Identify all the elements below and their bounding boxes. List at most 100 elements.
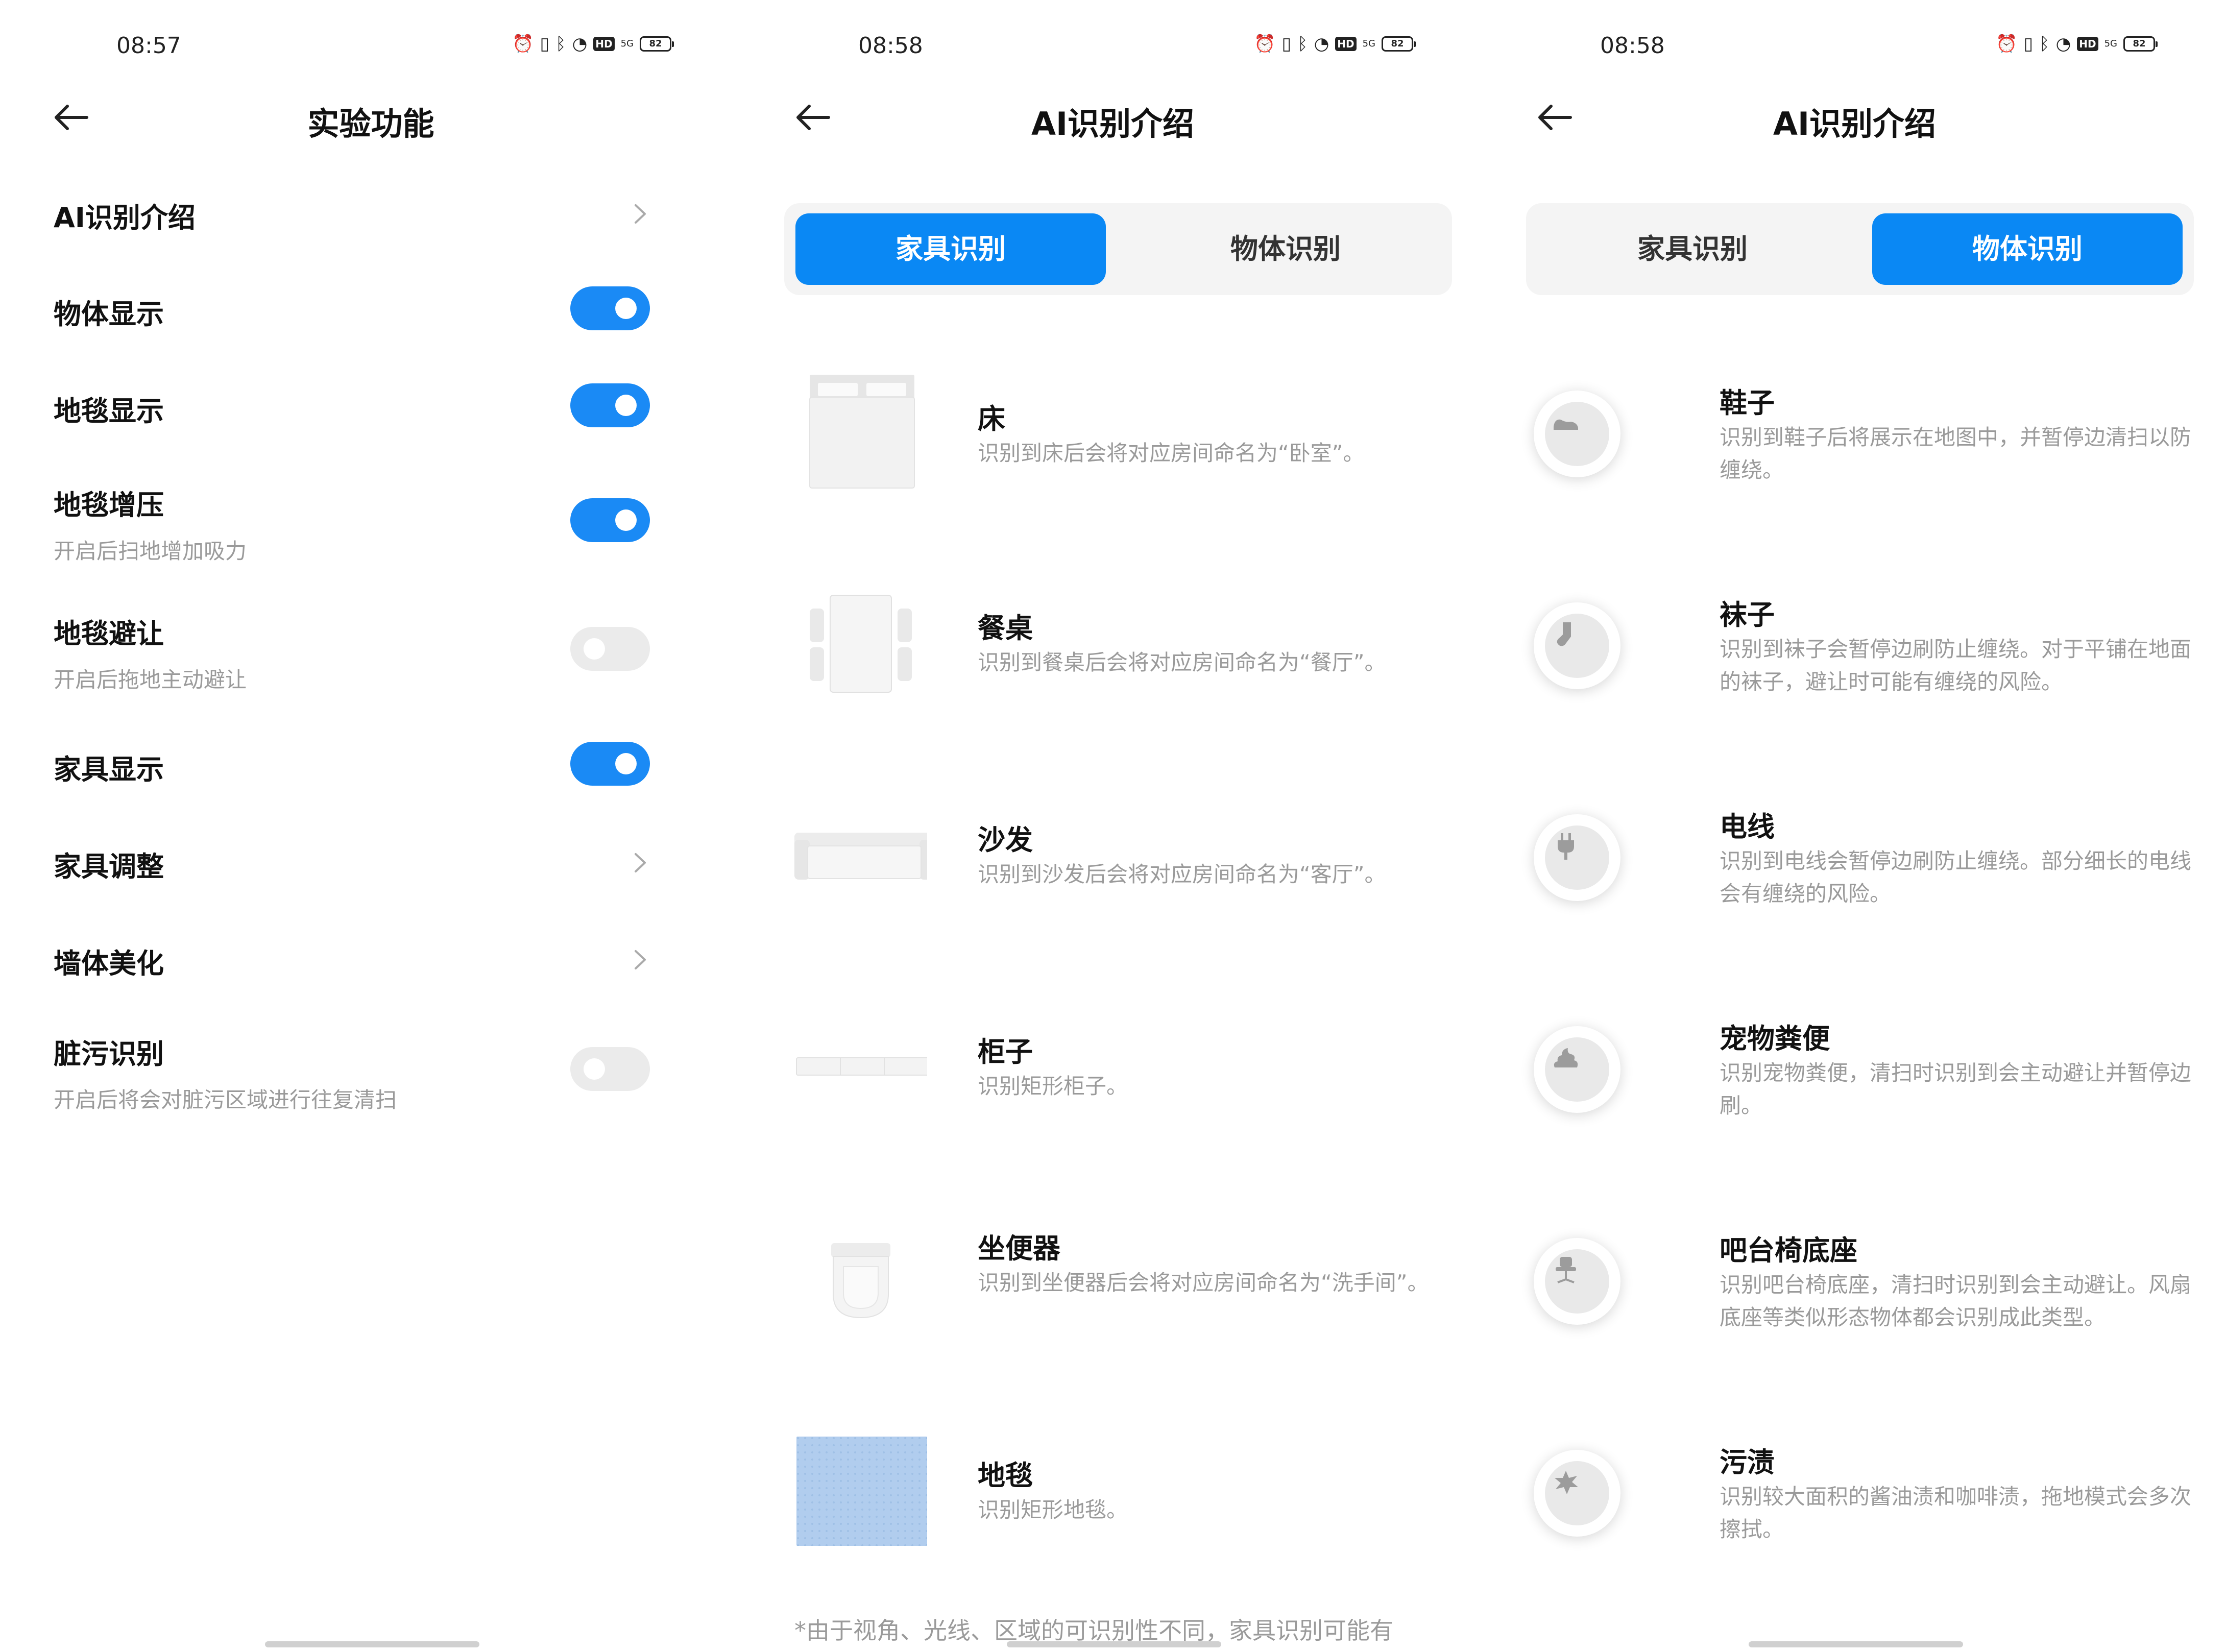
chevron-right-icon [635,950,646,969]
alarm-icon: ⏰ [1996,34,2018,54]
toggle-knob [615,395,637,416]
carpet-icon [796,1437,927,1546]
list-item: 沙发 识别到沙发后会将对应房间命名为“客厅”。 [742,789,1484,932]
status-icons: ⏰ ▯ ᛒ ◔ HD 5G 82 [1254,34,1416,54]
settings-item-label: 脏污识别 [54,1038,164,1070]
bluetooth-icon: ᛒ [2039,34,2050,54]
segmented-tabs: 家具识别 物体识别 [784,203,1452,295]
list-item: 宠物粪便 识别宠物粪便，清扫时识别到会主动避让并暂停边刷。 [1484,1016,2225,1128]
home-indicator[interactable] [265,1641,479,1647]
item-name: 地毯 [978,1460,1033,1492]
hd-icon: HD [2077,37,2098,51]
item-description: 识别到坐便器后会将对应房间命名为“洗手间”。 [978,1270,1429,1295]
list-item: 柜子 识别矩形柜子。 [742,1001,1484,1144]
vibrate-icon: ▯ [2023,34,2034,54]
settings-item-label: 地毯显示 [54,395,164,427]
settings-item-subtitle: 开启后拖地主动避让 [54,667,247,692]
tab-furniture-recognition[interactable]: 家具识别 [795,213,1106,285]
ai-intro-object-screen: 08:58 ⏰ ▯ ᛒ ◔ HD 5G 82 AI识别介绍 家具识别 物体识别 … [1484,0,2225,1652]
alarm-icon: ⏰ [512,34,534,54]
ai-intro-furniture-screen: 08:58 ⏰ ▯ ᛒ ◔ HD 5G 82 AI识别介绍 家具识别 物体识别 … [742,0,1484,1652]
tab-object-recognition[interactable]: 物体识别 [1872,213,2183,285]
settings-item-label: 家具调整 [54,851,164,883]
toggle-knob [615,509,637,531]
list-item: 电线 识别到电线会暂停边刷防止缠绕。部分细长的电线会有缠绕的风险。 [1484,804,2225,916]
list-item: 坐便器 识别到坐便器后会将对应房间命名为“洗手间”。 [742,1197,1484,1361]
page-title: AI识别介绍 [1773,105,1937,142]
wifi-icon: ◔ [2055,34,2071,54]
shoe-icon [1534,391,1620,477]
page-title: 实验功能 [307,105,434,142]
settings-item-furniture-display: 家具显示 [54,742,650,788]
chevron-right-icon [635,204,646,224]
item-description: 识别宠物粪便，清扫时识别到会主动避让并暂停边刷。 [1720,1060,2192,1118]
settings-item-carpet-avoid: 地毯避让 开启后拖地主动避让 [54,611,650,693]
item-description: 识别到鞋子后将展示在地图中，并暂停边清扫以防缠绕。 [1720,425,2192,482]
list-item: 床 识别到床后会将对应房间命名为“卧室”。 [742,368,1484,511]
item-description: 识别到床后会将对应房间命名为“卧室”。 [978,441,1365,466]
toggle-knob [615,298,637,319]
battery-icon: 82 [1382,36,1416,52]
settings-item-label: AI识别介绍 [54,202,196,234]
home-indicator[interactable] [1749,1641,1963,1647]
item-name: 袜子 [1720,599,1775,631]
bed-icon [809,375,915,489]
status-time: 08:58 [858,33,923,59]
item-name: 吧台椅底座 [1720,1234,1857,1267]
item-description: 识别到沙发后会将对应房间命名为“客厅”。 [978,862,1386,887]
list-item: 袜子 识别到袜子会暂停边刷防止缠绕。对于平铺在地面的袜子，避让时可能有缠绕的风险… [1484,592,2225,704]
item-description: 识别吧台椅底座，清扫时识别到会主动避让。风扇底座等类似形态物体都会识别成此类型。 [1720,1272,2192,1330]
carpet-display-toggle[interactable] [570,383,650,427]
tab-object-recognition[interactable]: 物体识别 [1130,213,1441,285]
signal-icon: 5G [2104,38,2117,49]
status-bar: 08:57 ⏰ ▯ ᛒ ◔ HD 5G 82 [0,31,742,61]
hd-icon: HD [1335,37,1357,51]
vibrate-icon: ▯ [540,34,550,54]
bluetooth-icon: ᛒ [1297,34,1308,54]
item-name: 污渍 [1720,1446,1775,1478]
hd-icon: HD [593,37,615,51]
item-description: 识别矩形柜子。 [978,1074,1128,1099]
status-icons: ⏰ ▯ ᛒ ◔ HD 5G 82 [1996,34,2158,54]
vibrate-icon: ▯ [1281,34,1292,54]
carpet-avoid-toggle[interactable] [570,627,650,671]
settings-item-label: 地毯增压 [54,489,164,521]
settings-item-carpet-boost: 地毯增压 开启后扫地增加吸力 [54,482,650,564]
home-indicator[interactable] [1007,1641,1221,1647]
carpet-boost-toggle[interactable] [570,498,650,542]
page-title: AI识别介绍 [1031,105,1195,142]
status-bar: 08:58 ⏰ ▯ ᛒ ◔ HD 5G 82 [742,31,1484,61]
object-display-toggle[interactable] [570,286,650,330]
status-time: 08:57 [116,33,181,59]
dirt-detect-toggle[interactable] [570,1047,650,1091]
settings-item-subtitle: 开启后将会对脏污区域进行往复清扫 [54,1087,397,1112]
alarm-icon: ⏰ [1254,34,1276,54]
item-name: 柜子 [978,1036,1033,1068]
toggle-knob [584,638,605,660]
settings-item-label: 家具显示 [54,754,164,786]
plug-icon [1534,814,1620,901]
settings-item-carpet-display: 地毯显示 [54,383,650,429]
bluetooth-icon: ᛒ [555,34,566,54]
toggle-knob [584,1058,605,1080]
settings-item-dirt-detect: 脏污识别 开启后将会对脏污区域进行往复清扫 [54,1031,650,1113]
settings-item-furniture-adjust[interactable]: 家具调整 [54,844,650,885]
settings-item-wall-beautify[interactable]: 墙体美化 [54,941,650,982]
signal-icon: 5G [1362,38,1375,49]
toilet-icon [831,1243,890,1319]
furniture-display-toggle[interactable] [570,742,650,786]
item-name: 床 [978,403,1005,435]
dining-table-icon [810,595,912,693]
settings-item-label: 地毯避让 [54,618,164,650]
toggle-knob [615,753,637,774]
settings-item-ai-intro[interactable]: AI识别介绍 [54,195,650,236]
item-description: 识别矩形地毯。 [978,1497,1128,1522]
list-item: 吧台椅底座 识别吧台椅底座，清扫时识别到会主动避让。风扇底座等类似形态物体都会识… [1484,1228,2225,1340]
signal-icon: 5G [620,38,634,49]
tab-furniture-recognition[interactable]: 家具识别 [1537,213,1848,285]
status-time: 08:58 [1600,33,1665,59]
wifi-icon: ◔ [1314,34,1329,54]
status-bar: 08:58 ⏰ ▯ ᛒ ◔ HD 5G 82 [1484,31,2225,61]
item-name: 电线 [1720,811,1775,843]
list-item: 污渍 识别较大面积的酱油渍和咖啡渍，拖地模式会多次擦拭。 [1484,1440,2225,1552]
